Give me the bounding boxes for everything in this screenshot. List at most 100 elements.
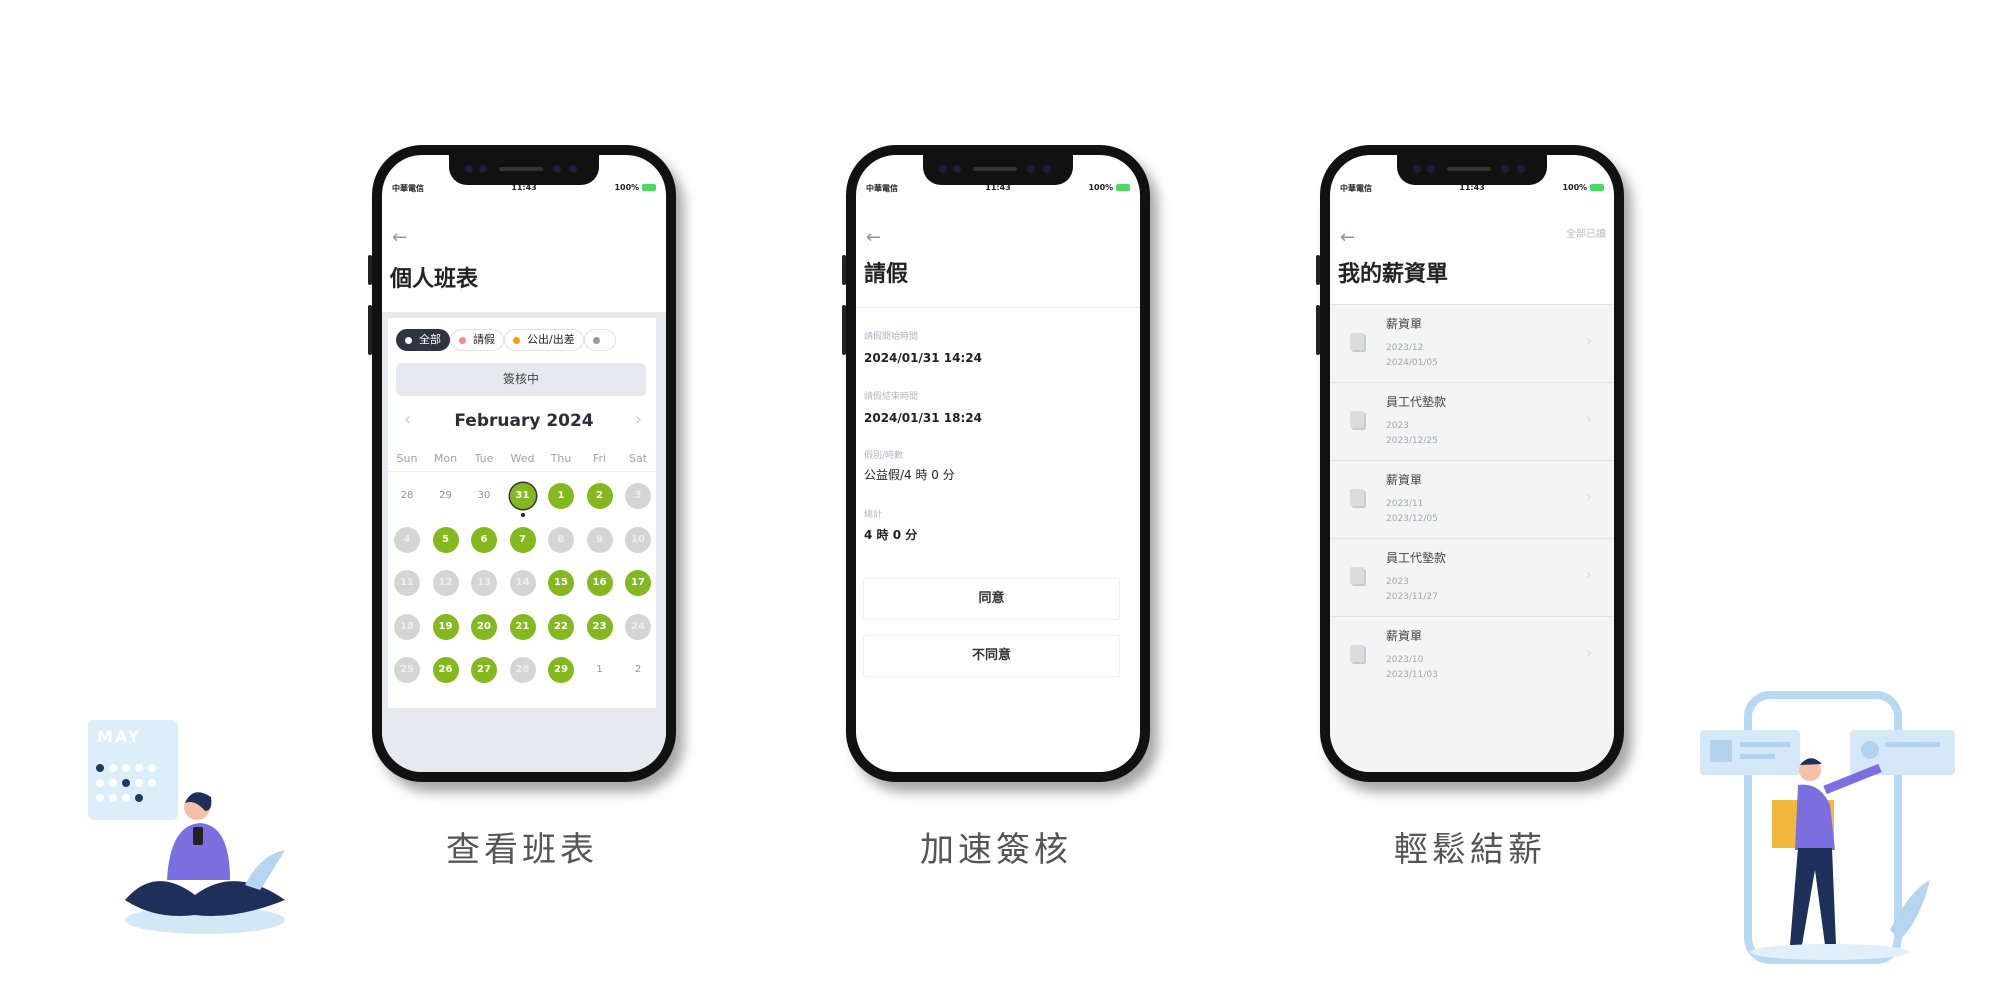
item-title: 薪資單	[1386, 473, 1423, 487]
filter-label: 請假	[473, 333, 495, 346]
calendar-day[interactable]: 3	[625, 483, 651, 509]
calendar-day[interactable]: 28	[509, 657, 536, 683]
calendar-day[interactable]: 20	[471, 614, 497, 640]
calendar-day[interactable]: 17	[625, 570, 651, 596]
item-period: 2023/11	[1386, 499, 1424, 509]
page-title: 請假	[864, 262, 909, 287]
calendar-day[interactable]: 12	[432, 570, 459, 596]
calendar-day[interactable]: 2	[586, 483, 613, 509]
item-title: 員工代墊款	[1386, 395, 1447, 409]
status-dot-icon	[459, 337, 466, 344]
calendar-day[interactable]: 28	[394, 483, 420, 509]
calendar-day[interactable]: 5	[432, 527, 459, 553]
filter-chip[interactable]: 全部	[396, 329, 450, 351]
caption-schedule: 查看班表	[446, 830, 598, 870]
calendar-day[interactable]: 29	[433, 483, 459, 509]
calendar-day[interactable]: 16	[586, 570, 613, 596]
calendar-day[interactable]: 19	[432, 614, 459, 640]
field-label: 請假開始時間	[864, 332, 919, 342]
calendar-day[interactable]: 24	[625, 614, 651, 640]
weekday-label: Mon	[433, 452, 458, 465]
calendar-month-text: MAY	[97, 727, 142, 746]
weekday-label: Sun	[396, 452, 418, 465]
payslip-item[interactable]: 員工代墊款 2023 2023/12/25 ›	[1330, 382, 1614, 460]
item-title: 薪資單	[1386, 629, 1423, 643]
weekday-label: Sat	[628, 452, 648, 465]
filter-label: 公出/出差	[527, 333, 575, 346]
payslip-item[interactable]: 員工代墊款 2023 2023/11/27 ›	[1330, 538, 1614, 616]
battery-icon	[1116, 184, 1130, 191]
field-value: 2024/01/31 18:24	[864, 411, 982, 425]
calendar-day[interactable]: 27	[471, 657, 497, 683]
page-title: 我的薪資單	[1338, 262, 1449, 287]
mark-all-read-button[interactable]: 全部已讀	[1566, 225, 1606, 240]
filter-chip[interactable]: 請假	[450, 329, 504, 351]
item-date: 2024/01/05	[1386, 358, 1438, 368]
calendar-day[interactable]: 2	[625, 657, 651, 683]
item-period: 2023/12	[1386, 343, 1424, 353]
payslip-item[interactable]: 薪資單 2023/10 2023/11/03 ›	[1330, 616, 1614, 694]
calendar-day[interactable]: 6	[471, 527, 497, 553]
status-bar: 中華電信 11:43 100%	[1330, 183, 1614, 197]
chevron-right-icon: ›	[1585, 331, 1592, 350]
calendar-day[interactable]: 21	[509, 614, 536, 640]
payslip-item[interactable]: 薪資單 2023/12 2024/01/05 ›	[1330, 304, 1614, 382]
calendar-day[interactable]: 31	[509, 483, 536, 509]
calendar-day[interactable]: 1	[548, 483, 574, 509]
filter-chip[interactable]	[584, 329, 616, 351]
battery-level: 100%	[1562, 183, 1588, 192]
battery-level: 100%	[614, 183, 640, 192]
calendar-day[interactable]: 13	[471, 570, 497, 596]
document-icon	[1350, 645, 1364, 662]
weekday-label: Wed	[510, 452, 535, 465]
filter-chip[interactable]: 公出/出差	[504, 329, 584, 351]
calendar-day[interactable]: 8	[548, 527, 574, 553]
calendar-day[interactable]: 7	[509, 527, 536, 553]
calendar-day[interactable]: 22	[548, 614, 574, 640]
calendar-day[interactable]: 30	[471, 483, 497, 509]
approve-button[interactable]: 同意	[863, 578, 1120, 620]
chevron-right-icon: ›	[1585, 643, 1592, 662]
event-dot-icon	[520, 513, 525, 517]
phone-payslip: 中華電信 11:43 100% ← 全部已讀 我的薪資單 薪資單 2023/12 202…	[1316, 145, 1624, 782]
calendar-day[interactable]: 9	[586, 527, 613, 553]
calendar-day[interactable]: 25	[394, 657, 420, 683]
field-label: 假別/時數	[864, 451, 904, 461]
calendar-day[interactable]: 15	[548, 570, 574, 596]
field-label: 請假結束時間	[864, 392, 919, 402]
calendar-day[interactable]: 11	[394, 570, 420, 596]
battery-icon	[642, 184, 656, 191]
field-label: 總計	[864, 510, 883, 520]
weekday-label: Thu	[550, 452, 572, 465]
next-month-icon[interactable]: ›	[635, 409, 642, 430]
back-arrow-icon[interactable]: ←	[392, 227, 407, 248]
caption-payroll: 輕鬆結薪	[1394, 830, 1546, 870]
item-period: 2023	[1386, 421, 1409, 431]
calendar-day[interactable]: 26	[432, 657, 459, 683]
document-icon	[1350, 567, 1364, 584]
calendar-day[interactable]: 4	[394, 527, 420, 553]
chevron-right-icon: ›	[1585, 565, 1592, 584]
calendar-day[interactable]: 29	[548, 657, 574, 683]
status-bar: 中華電信 11:43 100%	[382, 183, 666, 197]
status-dot-icon	[405, 337, 412, 344]
reject-button[interactable]: 不同意	[863, 635, 1120, 677]
illustration-woman-calendar: MAY	[85, 715, 315, 959]
document-icon	[1350, 411, 1364, 428]
calendar-day[interactable]: 10	[625, 527, 651, 553]
back-arrow-icon[interactable]: ←	[1340, 227, 1355, 248]
calendar-day[interactable]: 1	[587, 657, 613, 683]
schedule-screen: 中華電信 11:43 100% ← 個人班表 全部 請假 公出/出差 簽核中 ‹ Feb…	[382, 155, 666, 772]
item-date: 2023/12/05	[1386, 514, 1438, 524]
field-value: 4 時 0 分	[864, 528, 918, 542]
pending-approval-button[interactable]: 簽核中	[396, 363, 646, 396]
status-dot-icon	[513, 337, 520, 344]
back-arrow-icon[interactable]: ←	[866, 227, 881, 248]
calendar-day[interactable]: 23	[586, 614, 613, 640]
item-title: 員工代墊款	[1386, 551, 1447, 565]
calendar-day[interactable]: 14	[509, 570, 536, 596]
payslip-screen: 中華電信 11:43 100% ← 全部已讀 我的薪資單 薪資單 2023/12 202…	[1330, 155, 1614, 772]
payslip-item[interactable]: 薪資單 2023/11 2023/12/05 ›	[1330, 460, 1614, 538]
calendar-day[interactable]: 18	[394, 614, 420, 640]
document-icon	[1350, 333, 1364, 350]
